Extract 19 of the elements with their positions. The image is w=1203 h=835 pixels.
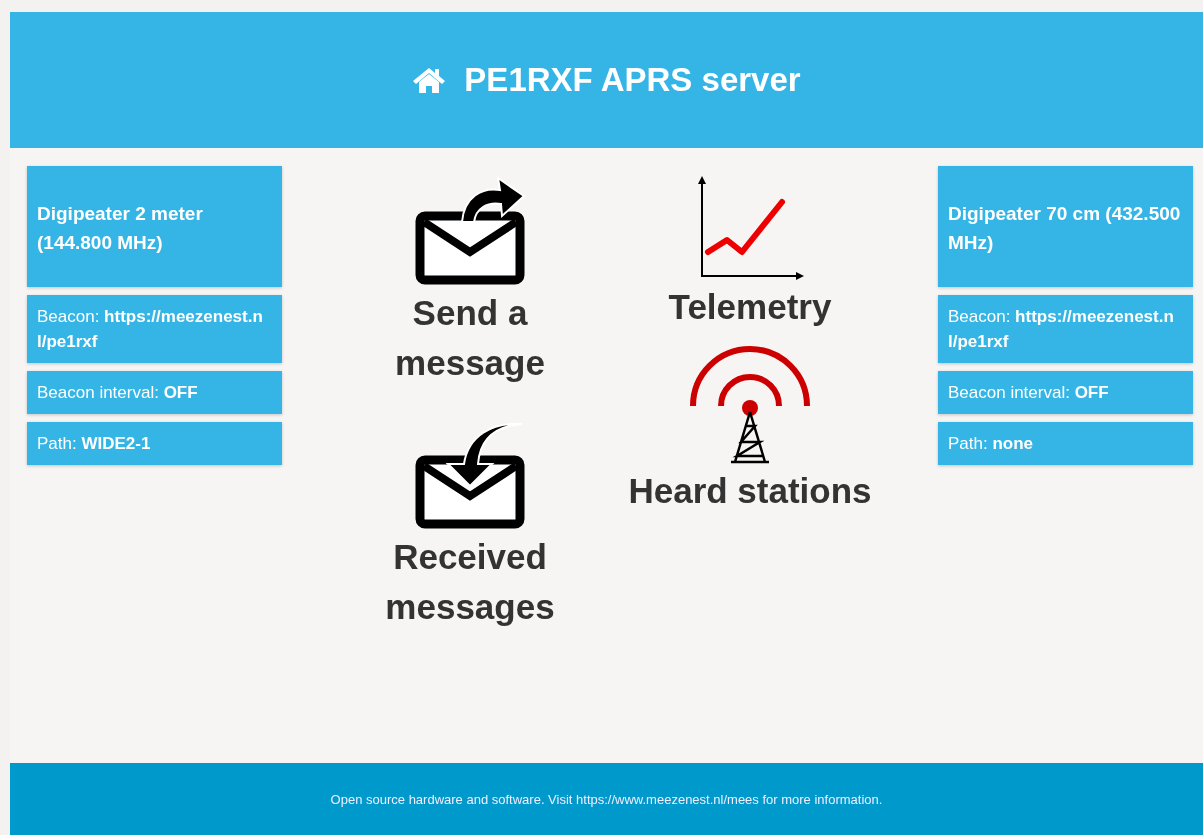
menu-tile[interactable]: Telemetry — [668, 172, 832, 332]
home-icon — [412, 66, 447, 94]
panel-title: Digipeater 2 meter (144.800 MHz) — [27, 166, 282, 287]
tile-label: Received messages — [384, 536, 556, 628]
info-row: Beacon: https://meezenest.nl/pe1rxf — [27, 295, 282, 363]
info-row: Beacon interval: OFF — [27, 371, 282, 414]
info-row: Beacon: https://meezenest.nl/pe1rxf — [938, 295, 1193, 363]
menu-tile[interactable]: Received messages — [345, 416, 595, 632]
tile-label: Send a message — [394, 292, 546, 384]
footer-text: Open source hardware and software. Visit https://www.meezenest.nl/mees for more information. — [330, 791, 883, 807]
info-row: Path: WIDE2-1 — [27, 422, 282, 465]
menu-tile[interactable]: Send a message — [345, 172, 595, 388]
panel-title: Digipeater 70 cm (432.500 MHz) — [938, 166, 1193, 287]
info-row: Path: none — [938, 422, 1193, 465]
info-row: Beacon interval: OFF — [938, 371, 1193, 414]
menu-tile[interactable]: Heard stations — [628, 346, 872, 516]
page-title: PE1RXF APRS server — [464, 61, 801, 99]
tile-label: Telemetry — [668, 286, 832, 328]
tile-label: Heard stations — [628, 470, 872, 512]
